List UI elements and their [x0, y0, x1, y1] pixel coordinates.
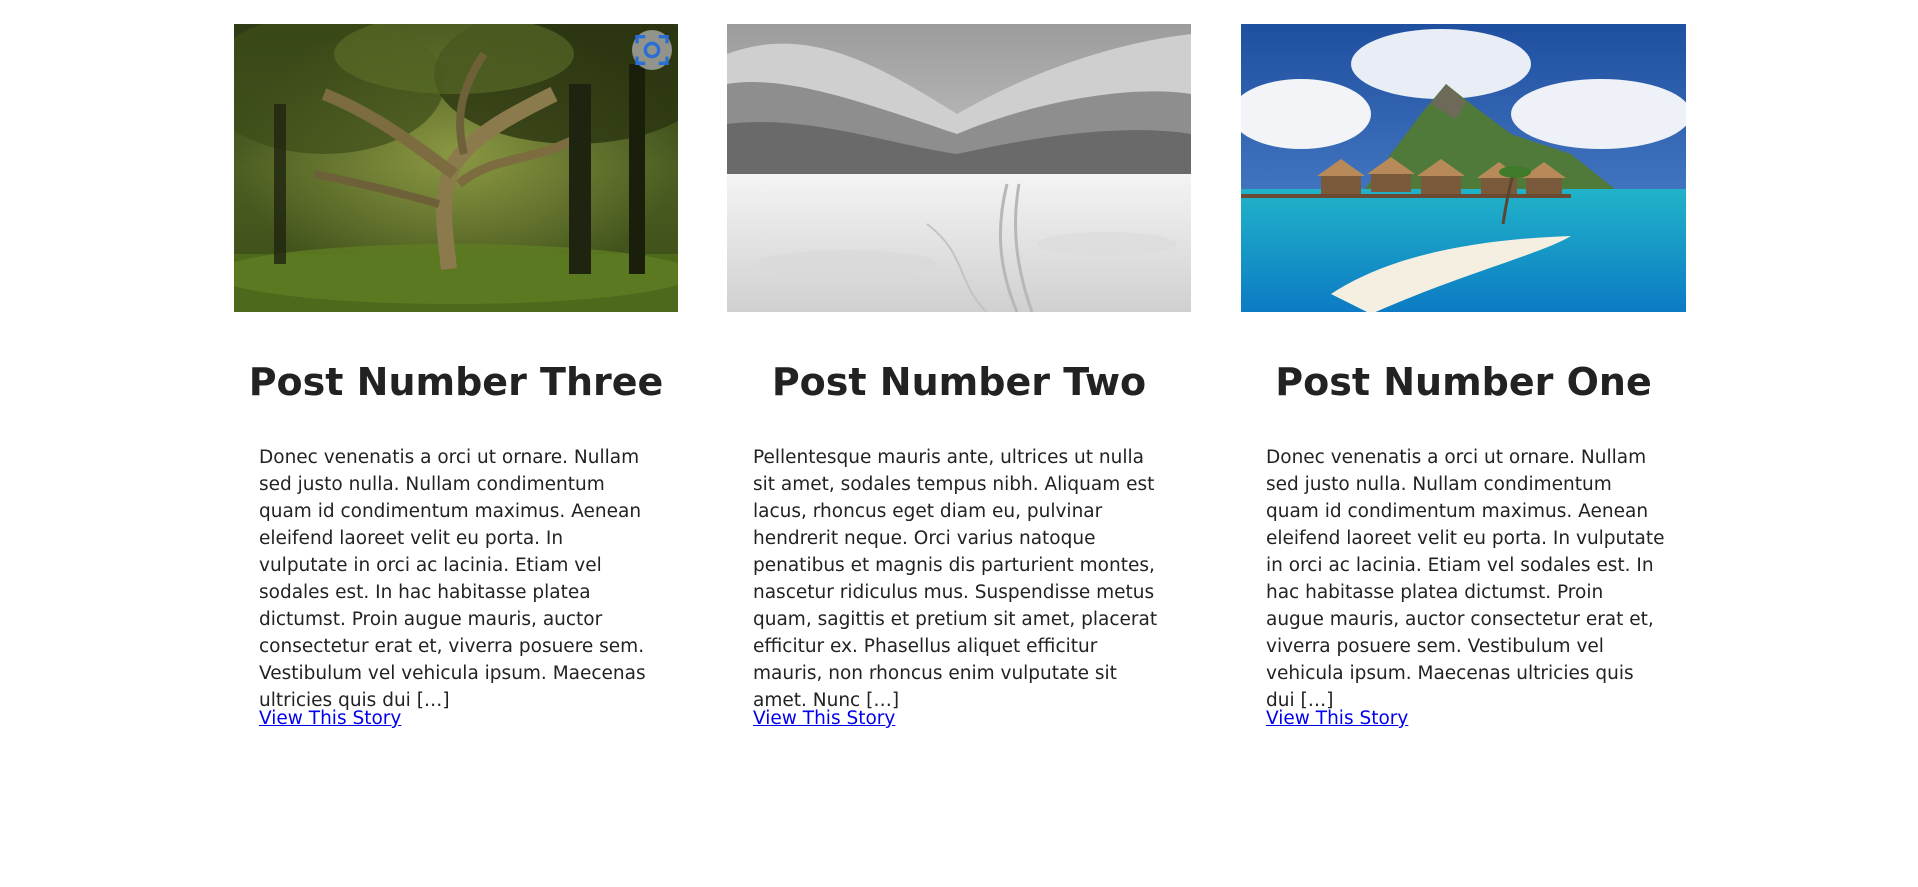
post-excerpt: Donec venenatis a orci ut ornare. Nullam…: [259, 447, 646, 711]
post-image-island[interactable]: [1241, 24, 1686, 312]
view-story-link[interactable]: View This Story: [259, 706, 401, 732]
post-image-snow[interactable]: [727, 24, 1191, 312]
visual-search-button[interactable]: [632, 30, 672, 70]
tropical-island-photo: [1241, 24, 1686, 312]
post-title: Post Number Two: [771, 360, 1147, 404]
view-story-link[interactable]: View This Story: [1266, 706, 1408, 732]
forest-photo: [234, 24, 678, 312]
post-image-forest[interactable]: [234, 24, 678, 312]
post-excerpt: Donec venenatis a orci ut ornare. Nullam…: [1266, 447, 1665, 711]
snowy-valley-photo: [727, 24, 1191, 312]
view-story-link[interactable]: View This Story: [753, 706, 895, 732]
post-title: Post Number Three: [248, 360, 664, 404]
post-excerpt: Pellentesque mauris ante, ultrices ut nu…: [753, 447, 1158, 711]
visual-search-icon: [635, 35, 669, 65]
post-title: Post Number One: [1275, 360, 1652, 404]
blog-post-grid: Post Number Three Donec venenatis a orci…: [0, 0, 1918, 887]
